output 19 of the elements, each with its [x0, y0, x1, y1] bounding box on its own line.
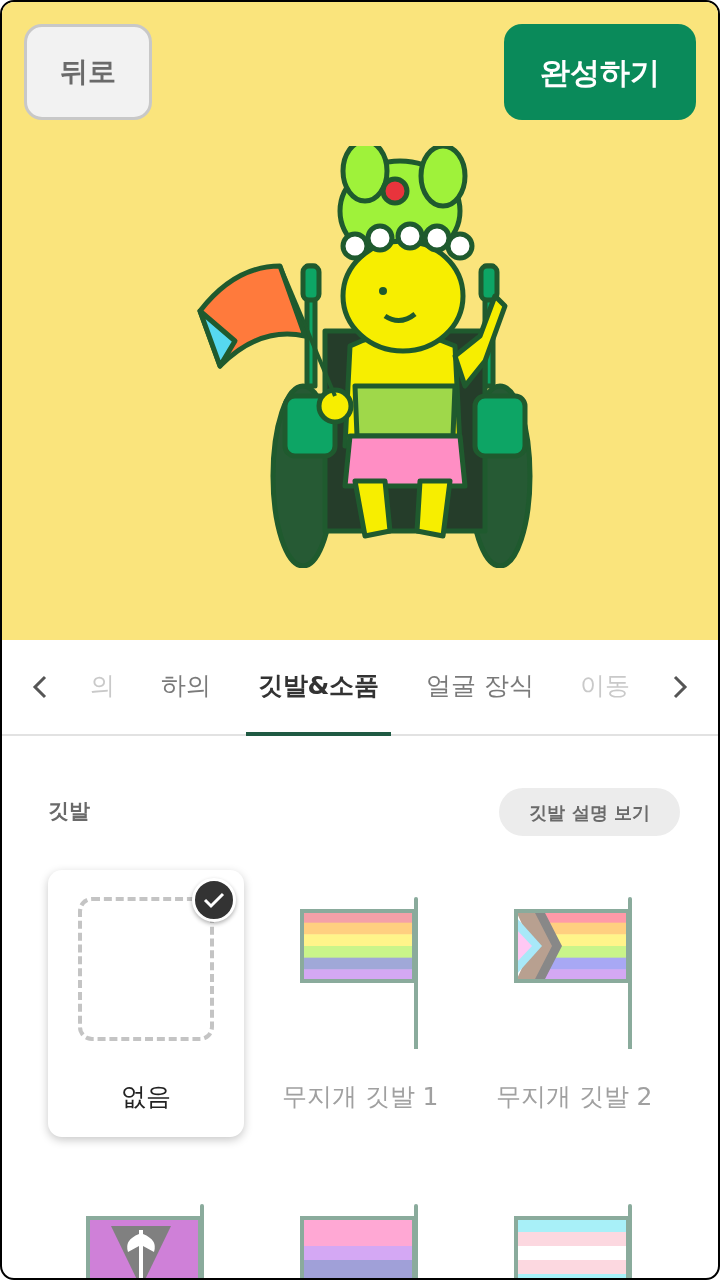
flag-option[interactable]: 없음 [48, 870, 244, 1137]
flag-label: 무지개 깃발 2 [495, 1081, 653, 1113]
progress-flag-icon [514, 897, 632, 1049]
done-button[interactable]: 완성하기 [504, 24, 696, 120]
category-tab[interactable]: 깃발&소품 [245, 640, 392, 736]
flag-option[interactable]: 무지개 깃발 1 [262, 870, 458, 1137]
chevron-left-icon[interactable] [32, 674, 48, 700]
rainbow-flag-icon [300, 897, 418, 1049]
category-tab[interactable]: 하의 [149, 640, 224, 736]
flag-info-button[interactable]: 깃발 설명 보기 [499, 788, 680, 836]
flag-option[interactable]: 무지개 깃발 2 [476, 870, 672, 1137]
bisexual-flag-icon [300, 1204, 418, 1278]
chevron-right-icon[interactable] [672, 674, 688, 700]
section-title: 깃발 [48, 798, 90, 826]
category-tab[interactable]: 얼굴 장식 [413, 640, 546, 736]
flag-label: 없음 [121, 1081, 171, 1113]
checkmark-icon [192, 878, 236, 922]
back-button[interactable]: 뒤로 [24, 24, 152, 120]
flag-label: 무지개 깃발 1 [281, 1081, 439, 1113]
